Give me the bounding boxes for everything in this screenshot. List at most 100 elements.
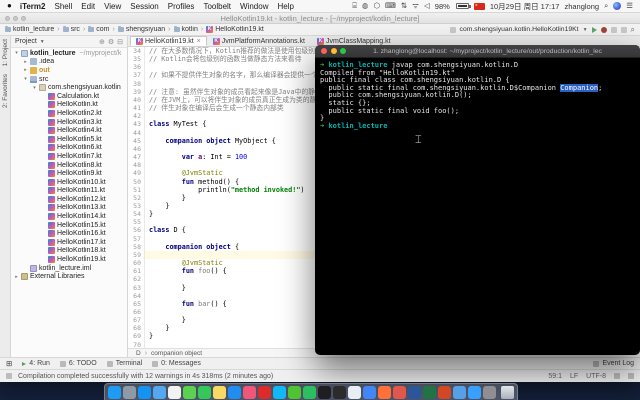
dock-icon-evernote[interactable] xyxy=(303,386,316,399)
tree-expand-arrow[interactable]: ▸ xyxy=(23,59,28,65)
tree-item-src[interactable]: ▾src xyxy=(11,75,127,84)
input-source-icon[interactable]: ⌨ xyxy=(385,2,396,10)
line-ending-widget[interactable]: LF xyxy=(570,373,578,380)
tree-item-HelloKotlin10.kt[interactable]: HelloKotlin10.kt xyxy=(11,178,127,187)
dock-icon-finder[interactable] xyxy=(108,386,121,399)
dock-icon-safari[interactable] xyxy=(138,386,151,399)
breadcrumb-item-shengsiyuan[interactable]: shengsiyuan xyxy=(118,26,165,33)
stop-button[interactable] xyxy=(621,27,627,33)
dock-icon-firefox[interactable] xyxy=(378,386,391,399)
input-flag-icon[interactable] xyxy=(474,3,485,10)
dock-icon-excel[interactable] xyxy=(423,386,436,399)
zoom-window-button[interactable] xyxy=(340,48,346,54)
menu-item-edit[interactable]: Edit xyxy=(81,2,95,11)
tree-expand-arrow[interactable]: ▾ xyxy=(32,85,37,91)
breadcrumb-item-kotlin[interactable]: kotlin xyxy=(174,26,198,33)
tree-item-HelloKotlin15.kt[interactable]: HelloKotlin15.kt xyxy=(11,221,127,230)
caret-position-widget[interactable]: 59:1 xyxy=(548,373,562,380)
tree-item-HelloKotlin7.kt[interactable]: HelloKotlin7.kt xyxy=(11,152,127,161)
sync-icon[interactable]: ⇅ xyxy=(401,2,407,10)
ide-title-bar[interactable]: HelloKotlin19.kt - kotlin_lecture - [~/m… xyxy=(0,13,640,24)
menu-item-profiles[interactable]: Profiles xyxy=(168,2,195,11)
event-log-button[interactable]: Event Log xyxy=(593,360,634,367)
tree-item-HelloKotlin16.kt[interactable]: HelloKotlin16.kt xyxy=(11,229,127,238)
hector-inspector-icon[interactable] xyxy=(628,373,634,379)
breadcrumb-item-src[interactable]: src xyxy=(63,26,80,33)
collapse-all-icon[interactable]: ⊟ xyxy=(117,38,123,46)
dock-icon-photos[interactable] xyxy=(168,386,181,399)
breadcrumb-item-HelloKotlin19.kt[interactable]: HelloKotlin19.kt xyxy=(206,26,264,33)
dock-icon-appstore[interactable] xyxy=(228,386,241,399)
debug-button[interactable] xyxy=(601,27,607,33)
tree-item-HelloKotlin19.kt[interactable]: HelloKotlin19.kt xyxy=(11,255,127,264)
dock-icon-trash[interactable] xyxy=(501,386,514,399)
tree-expand-arrow[interactable]: ▸ xyxy=(14,274,19,280)
tool-window-button-4-run[interactable]: 4: Run xyxy=(22,360,50,367)
tree-item-HelloKotlin6.kt[interactable]: HelloKotlin6.kt xyxy=(11,144,127,153)
tree-item-HelloKotlin13.kt[interactable]: HelloKotlin13.kt xyxy=(11,204,127,213)
docker-icon[interactable]: ◍ xyxy=(362,2,369,10)
dock-icon-powerpoint[interactable] xyxy=(438,386,451,399)
lock-icon[interactable] xyxy=(614,373,620,379)
dock-icon-mail[interactable] xyxy=(153,386,166,399)
dock-icon-itunes[interactable] xyxy=(243,386,256,399)
notification-center-icon[interactable]: ☰ xyxy=(626,2,633,10)
terminal-output[interactable]: ➜ kotlin_lecture javap com.shengsiyuan.k… xyxy=(315,58,640,134)
menu-item-window[interactable]: Window xyxy=(240,2,268,11)
apple-logo-icon[interactable]: ● xyxy=(7,2,12,10)
breadcrumb-item-com[interactable]: com xyxy=(88,26,109,33)
dock-icon-text-editor[interactable] xyxy=(348,386,361,399)
siri-icon[interactable] xyxy=(613,2,621,10)
close-window-button[interactable] xyxy=(5,16,10,21)
tree-item-.idea[interactable]: ▸.idea xyxy=(11,58,127,67)
close-window-button[interactable] xyxy=(321,48,327,54)
editor-breadcrumb-D[interactable]: D xyxy=(136,350,141,357)
tree-item-HelloKotlin18.kt[interactable]: HelloKotlin18.kt xyxy=(11,247,127,256)
display-icon[interactable]: ⌸ xyxy=(352,2,357,10)
minimize-window-button[interactable] xyxy=(331,48,337,54)
user-menu[interactable]: zhanglong xyxy=(564,2,599,11)
tree-item-HelloKotlin12.kt[interactable]: HelloKotlin12.kt xyxy=(11,195,127,204)
dock-icon-qq[interactable] xyxy=(273,386,286,399)
search-everywhere-icon[interactable]: ⌕ xyxy=(631,26,635,34)
tool-button-project[interactable]: 1: Project xyxy=(2,39,9,66)
minimize-window-button[interactable] xyxy=(13,16,18,21)
terminal-title-bar[interactable]: 1. zhanglong@localhost: ~/myproject/kotl… xyxy=(315,45,640,58)
dock-icon-terminal-app[interactable] xyxy=(318,386,331,399)
settings-gear-icon[interactable]: ⚙ xyxy=(108,38,114,46)
editor-breadcrumb-companion object[interactable]: companion object xyxy=(151,350,202,357)
dock-icon-word[interactable] xyxy=(408,386,421,399)
tool-windows-toggle-icon[interactable]: ⊞ xyxy=(6,360,12,368)
tree-item-HelloKotlin8.kt[interactable]: HelloKotlin8.kt xyxy=(11,161,127,170)
tree-item-out[interactable]: ▸out xyxy=(11,66,127,75)
tool-button-favorites[interactable]: 2: Favorites xyxy=(2,74,9,108)
tree-item-HelloKotlin3.kt[interactable]: HelloKotlin3.kt xyxy=(11,118,127,127)
tree-expand-arrow[interactable]: ▸ xyxy=(23,67,28,73)
tree-expand-arrow[interactable]: ▾ xyxy=(14,50,19,56)
vpn-icon[interactable]: ⬡ xyxy=(373,2,380,10)
tree-item-External Libraries[interactable]: ▸External Libraries xyxy=(11,272,127,281)
dock-icon-messages[interactable] xyxy=(183,386,196,399)
dock-icon-folder[interactable] xyxy=(453,386,466,399)
editor-tab-HelloKotlin19.kt[interactable]: HelloKotlin19.kt× xyxy=(130,36,207,46)
tool-window-button-terminal[interactable]: Terminal xyxy=(107,360,142,367)
dock-icon-pdf-reader[interactable] xyxy=(393,386,406,399)
dock-icon-facetime[interactable] xyxy=(198,386,211,399)
tree-item-com.shengsiyuan.kotlin[interactable]: ▾com.shengsiyuan.kotlin xyxy=(11,83,127,92)
tool-window-button-0-messages[interactable]: 0: Messages xyxy=(152,360,201,367)
tree-item-kotlin_lecture[interactable]: ▾kotlin_lecture~/myproject/k xyxy=(11,49,127,58)
dock-icon-wechat[interactable] xyxy=(288,386,301,399)
dock-icon-netease-music[interactable] xyxy=(258,386,271,399)
tree-item-HelloKotlin11.kt[interactable]: HelloKotlin11.kt xyxy=(11,187,127,196)
menu-clock[interactable]: 10月29日 周日 17:17 xyxy=(490,1,560,12)
dock-icon-chrome[interactable] xyxy=(363,386,376,399)
tree-item-HelloKotlin14.kt[interactable]: HelloKotlin14.kt xyxy=(11,212,127,221)
run-button[interactable] xyxy=(592,27,597,33)
tree-item-HelloKotlin9.kt[interactable]: HelloKotlin9.kt xyxy=(11,169,127,178)
tree-item-HelloKotlin.kt[interactable]: HelloKotlin.kt xyxy=(11,101,127,110)
spotlight-icon[interactable]: ⌕ xyxy=(604,2,608,10)
volume-icon[interactable]: ◁ xyxy=(424,2,430,10)
menu-item-iterm2[interactable]: iTerm2 xyxy=(20,2,46,11)
dock-icon-camera[interactable] xyxy=(483,386,496,399)
dock-icon-intellij-idea[interactable] xyxy=(333,386,346,399)
